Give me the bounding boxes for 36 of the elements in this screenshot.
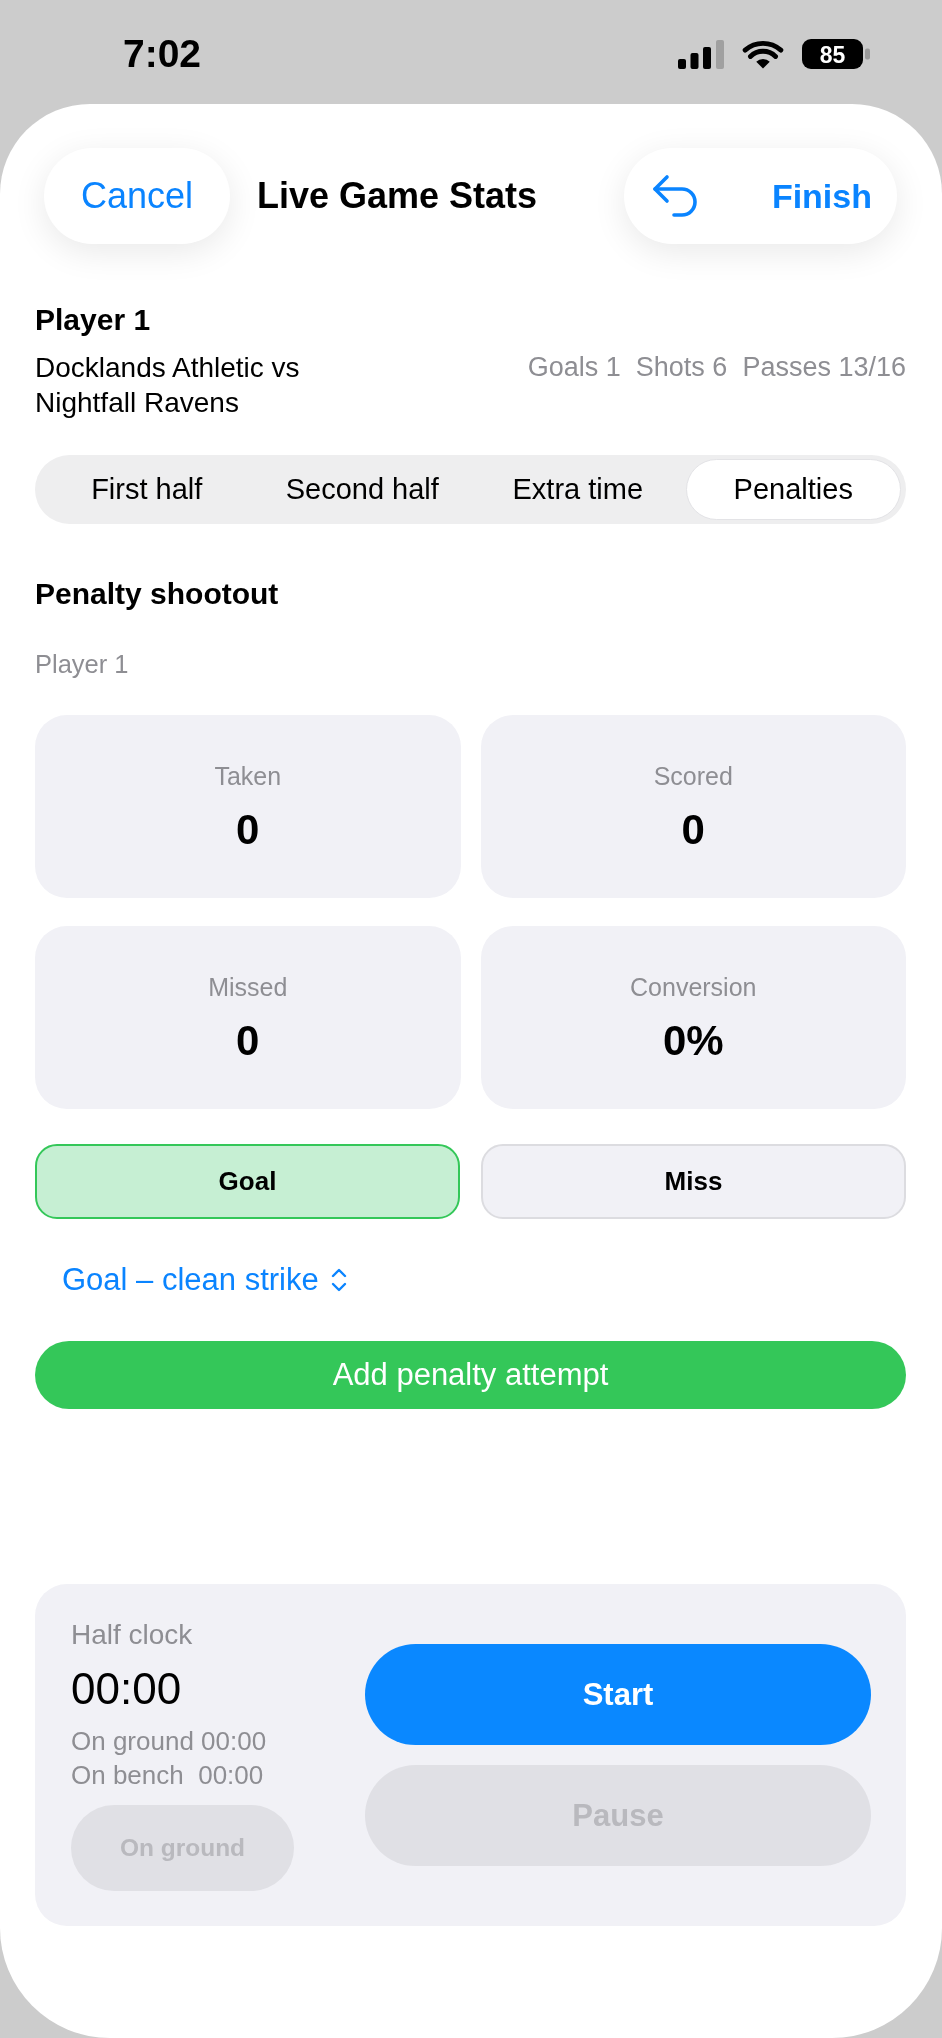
on-bench-time: On bench 00:00 (71, 1759, 264, 1792)
stat-label: Missed (208, 971, 288, 1002)
add-attempt-button[interactable]: Add penalty attempt (35, 1341, 906, 1409)
stat-value: 0 (236, 1017, 260, 1064)
start-button[interactable]: Start (365, 1644, 871, 1745)
section-subtitle: Player 1 (35, 649, 130, 680)
stat-value: 0 (681, 806, 705, 853)
screen-title: Live Game Stats (257, 174, 538, 218)
signal-icon (678, 39, 724, 69)
stat-label: Conversion (630, 971, 757, 1002)
chevron-up-down-icon (330, 1267, 347, 1293)
section-title: Penalty shootout (35, 576, 280, 612)
match-title: Docklands Athletic vs Nightfall Ravens (35, 351, 301, 420)
stat-text: Passes 13/16 (742, 351, 906, 384)
player-name: Player 1 (35, 302, 152, 338)
clock-time: 00:00 (71, 1666, 182, 1712)
cancel-button[interactable]: Cancel (44, 148, 230, 244)
undo-icon[interactable] (650, 174, 698, 218)
stat-value: 0% (662, 1017, 724, 1064)
period-tab[interactable]: Penalties (685, 459, 901, 520)
clock-title: Half clock (71, 1619, 193, 1651)
stat-label: Taken (214, 760, 282, 791)
miss-button[interactable]: Miss (481, 1144, 906, 1219)
wifi-icon (742, 39, 784, 69)
status-time: 7:02 (123, 31, 202, 77)
stat-text: Goals 1 (527, 351, 621, 384)
stat-label: Scored (653, 760, 733, 791)
period-tab[interactable]: Second half (254, 459, 470, 520)
goal-button[interactable]: Goal (35, 1144, 460, 1219)
period-tab[interactable]: Extra time (470, 459, 686, 520)
finish-button[interactable]: Finish (771, 175, 872, 217)
stat-text: Shots 6 (635, 351, 728, 384)
period-tab[interactable]: First half (39, 459, 255, 520)
outcome-picker[interactable]: Goal – clean strike (62, 1260, 347, 1300)
on-ground-time: On ground 00:00 (71, 1725, 267, 1758)
stat-value: 0 (236, 806, 260, 853)
